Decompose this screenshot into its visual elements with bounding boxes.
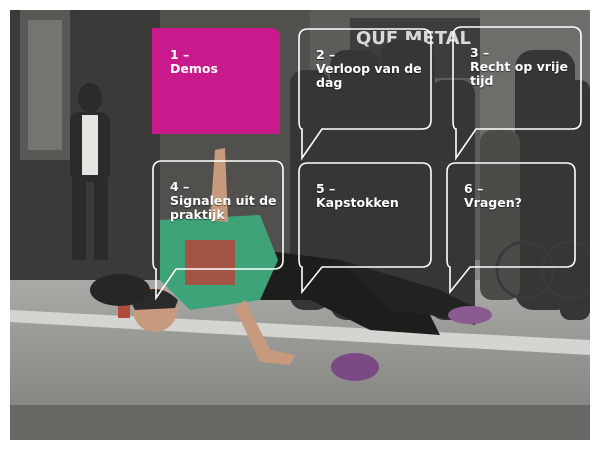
agenda-item-number: 4 – — [170, 179, 190, 194]
agenda-item-label: Verloop van de dag — [316, 61, 422, 90]
agenda-item-vragen[interactable]: 6 – Vragen? — [446, 162, 576, 295]
agenda-item-label: Signalen uit de praktijk — [170, 193, 277, 222]
agenda-item-number: 1 – — [170, 47, 190, 62]
agenda-item-kapstokken[interactable]: 5 – Kapstokken — [298, 162, 432, 295]
agenda-item-label: Demos — [170, 61, 218, 76]
agenda-item-number: 5 – — [316, 181, 336, 196]
agenda-item-label: Recht op vrije tijd — [470, 59, 568, 88]
agenda-item-label: Vragen? — [464, 195, 522, 210]
agenda-item-number: 6 – — [464, 181, 484, 196]
agenda-item-demos[interactable]: 1 – Demos — [152, 28, 280, 134]
agenda-item-label: Kapstokken — [316, 195, 399, 210]
slide: QUE METAL 1 – Demos 2 – Verloop van de d… — [0, 0, 600, 450]
agenda-item-number: 2 – — [316, 47, 336, 62]
agenda-item-verloop[interactable]: 2 – Verloop van de dag — [298, 28, 432, 168]
speech-bubble-shape — [152, 28, 280, 134]
agenda-item-recht[interactable]: 3 – Recht op vrije tijd — [452, 26, 582, 166]
agenda-item-number: 3 – — [470, 45, 490, 60]
agenda-item-signalen[interactable]: 4 – Signalen uit de praktijk — [152, 160, 284, 301]
